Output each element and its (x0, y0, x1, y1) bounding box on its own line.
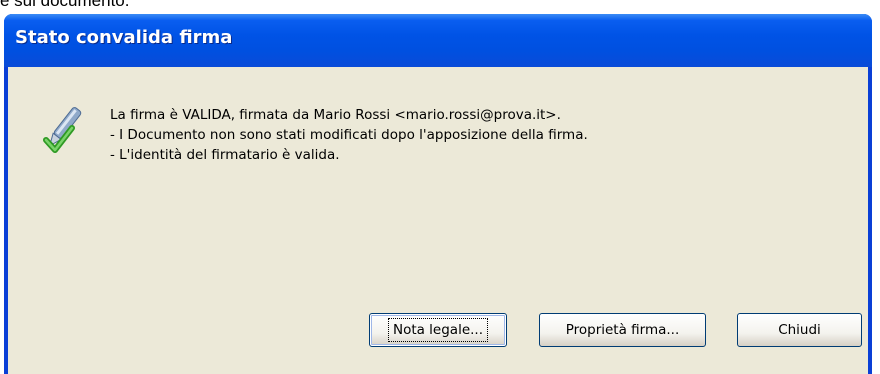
signature-properties-button-label: Proprietà firma... (565, 322, 680, 338)
message-line-identity: - L'identità del firmatario è valida. (110, 147, 340, 163)
signature-validation-dialog: Stato convalida firma La firma è VALIDA,… (4, 14, 872, 374)
dialog-title: Stato convalida firma (15, 27, 233, 48)
validation-message: La firma è VALIDA, firmata da Mario Ross… (110, 105, 588, 165)
signature-valid-icon (43, 107, 82, 153)
signature-properties-button[interactable]: Proprietà firma... (539, 313, 706, 347)
message-line-status: La firma è VALIDA, firmata da Mario Ross… (110, 107, 561, 123)
close-button-label: Chiudi (778, 322, 821, 338)
dialog-body: La firma è VALIDA, firmata da Mario Ross… (8, 67, 868, 374)
background-document-text: e sul documento. (0, 0, 130, 10)
legal-note-button-label: Nota legale... (387, 318, 489, 342)
legal-note-button[interactable]: Nota legale... (369, 313, 507, 347)
dialog-titlebar[interactable]: Stato convalida firma (4, 14, 872, 67)
close-button[interactable]: Chiudi (737, 313, 862, 347)
message-line-document: - I Documento non sono stati modificati … (110, 127, 588, 143)
